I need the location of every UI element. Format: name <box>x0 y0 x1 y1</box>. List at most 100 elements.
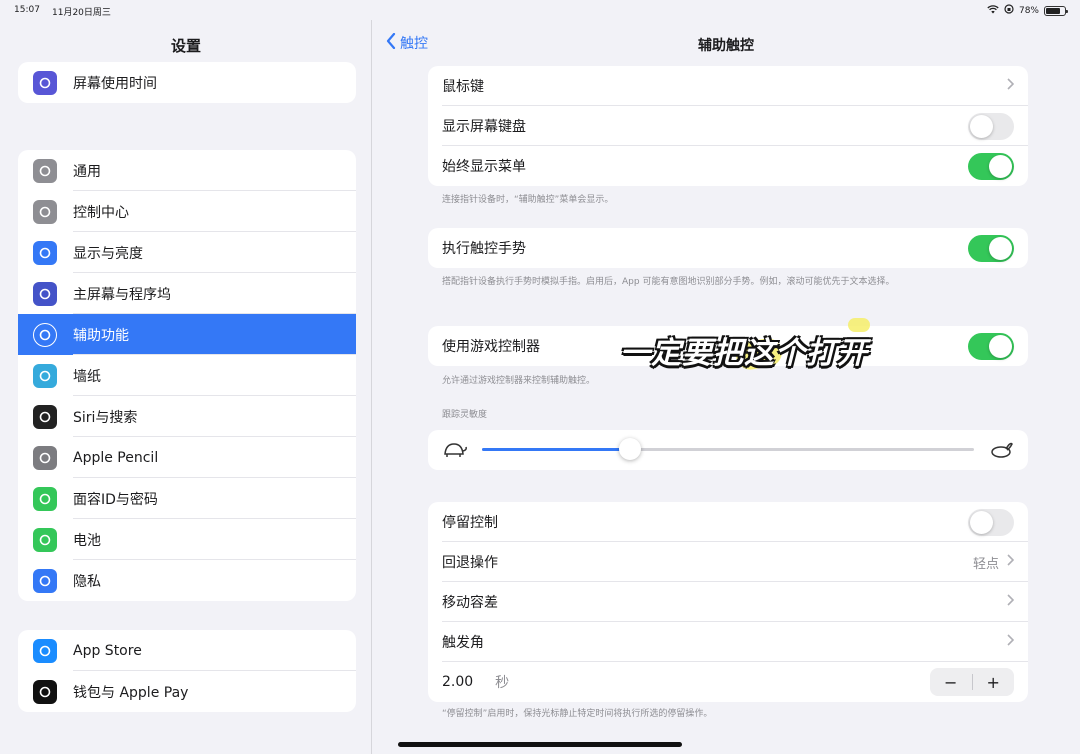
setting-row: 停留控制 <box>428 502 1028 542</box>
tracking-sensitivity-slider[interactable] <box>428 430 1028 470</box>
setting-row: 执行触控手势 <box>428 228 1028 268</box>
chevron-right-icon <box>1007 594 1015 610</box>
sidebar-item-control-center[interactable]: 控制中心 <box>18 191 356 232</box>
increment-button[interactable]: + <box>973 673 1015 692</box>
slider-fill <box>482 448 630 451</box>
gear-icon <box>33 158 57 183</box>
setting-value: 轻点 <box>972 556 999 572</box>
turtle-icon <box>442 440 468 464</box>
toggle-knob <box>970 510 993 534</box>
sidebar-item-label: 主屏幕与程序坞 <box>73 286 171 303</box>
toggle-switch[interactable] <box>968 332 1014 360</box>
toggle-switch[interactable] <box>968 508 1014 536</box>
wallpaper-icon <box>33 363 57 388</box>
decrement-button[interactable]: − <box>930 673 972 692</box>
status-bar: 15:07 11月20日周三 78% <box>0 0 1080 20</box>
dwell-control-card: 停留控制回退操作 轻点移动容差触发角 2.00 秒 − + <box>428 502 1028 702</box>
battery-percent: 78% <box>1018 5 1039 16</box>
toggle-switch[interactable] <box>968 152 1014 180</box>
setting-label: 移动容差 <box>442 595 498 611</box>
settings-sidebar: 设置 屏幕使用时间 通用控制中心显示与亮度主屏幕与程序坞 辅助功能墙纸 Siri与搜索… <box>0 20 372 754</box>
dwell-time-stepper[interactable]: − + <box>930 668 1014 696</box>
footer-note-dwell: “停留控制”启用时，保持光标静止特定时间将执行所选的停留操作。 <box>442 709 713 719</box>
sidebar-title: 设置 <box>170 37 201 55</box>
control-center-icon <box>33 199 57 224</box>
chevron-right-icon <box>1007 78 1015 94</box>
sidebar-item-label: 墙纸 <box>73 368 101 385</box>
tracking-sensitivity-header: 跟踪灵敏度 <box>442 410 488 420</box>
sidebar-group: App Store 钱包与 Apple Pay <box>18 630 356 712</box>
battery-icon <box>33 527 57 552</box>
wallet-icon <box>33 679 57 704</box>
setting-row: 始终显示菜单 <box>428 146 1028 186</box>
sidebar-item-label: 电池 <box>73 532 101 549</box>
pencil-icon <box>33 445 57 470</box>
sidebar-group: 通用控制中心显示与亮度主屏幕与程序坞 辅助功能墙纸 Siri与搜索 Apple Pen… <box>18 150 356 601</box>
sidebar-item-label: 面容ID与密码 <box>73 491 158 508</box>
footer-note-menu: 连接指针设备时，“辅助触控”菜单会显示。 <box>442 195 614 205</box>
dwell-time-value: 2.00 <box>442 674 474 690</box>
slider-thumb[interactable] <box>618 438 641 460</box>
rabbit-icon <box>988 440 1014 464</box>
dwell-time-row: 2.00 秒 − + <box>428 662 1028 702</box>
toggle-knob <box>970 114 993 138</box>
setting-row: 显示屏幕键盘 <box>428 106 1028 146</box>
hand-icon <box>33 568 57 593</box>
footer-note-gestures: 搭配指针设备执行手势时模拟手指。启用后，App 可能有意图地识别部分手势。例如，… <box>442 277 895 287</box>
slider-track[interactable] <box>482 438 974 460</box>
sidebar-item-wallet[interactable]: 钱包与 Apple Pay <box>18 671 356 712</box>
home-screen-icon <box>33 281 57 306</box>
sidebar-item-pencil[interactable]: Apple Pencil <box>18 437 356 478</box>
lock-rotation-icon <box>1004 4 1014 17</box>
dwell-time-unit: 秒 <box>495 675 510 691</box>
sidebar-item-label: 辅助功能 <box>73 327 129 344</box>
pointer-options-card: 鼠标键显示屏幕键盘 始终显示菜单 <box>428 66 1028 186</box>
sidebar-item-label: 屏幕使用时间 <box>73 75 157 92</box>
page-title: 辅助触控 <box>698 38 754 54</box>
accessibility-icon <box>33 322 57 347</box>
setting-row[interactable]: 鼠标键 <box>428 66 1028 106</box>
sidebar-item-home-screen[interactable]: 主屏幕与程序坞 <box>18 273 356 314</box>
sidebar-item-accessibility[interactable]: 辅助功能 <box>18 314 356 355</box>
setting-row[interactable]: 移动容差 <box>428 582 1028 622</box>
sidebar-item-label: Apple Pencil <box>73 449 159 466</box>
setting-label: 触发角 <box>442 635 484 651</box>
sidebar-item-label: 通用 <box>73 163 101 180</box>
hourglass-icon <box>33 70 57 95</box>
sidebar-item-label: Siri与搜索 <box>73 409 138 426</box>
toggle-knob <box>989 334 1012 358</box>
sidebar-item-siri[interactable]: Siri与搜索 <box>18 396 356 437</box>
setting-row[interactable]: 回退操作 轻点 <box>428 542 1028 582</box>
setting-label: 显示屏幕键盘 <box>442 119 526 135</box>
sidebar-item-hourglass[interactable]: 屏幕使用时间 <box>18 62 356 103</box>
toggle-knob <box>989 236 1012 260</box>
battery-indicator-icon <box>1044 5 1068 16</box>
sidebar-item-app-store[interactable]: App Store <box>18 630 356 671</box>
touch-gestures-card: 执行触控手势 <box>428 228 1028 268</box>
sidebar-item-label: 隐私 <box>73 573 101 590</box>
sidebar-item-faceid[interactable]: 面容ID与密码 <box>18 478 356 519</box>
sidebar-item-battery[interactable]: 电池 <box>18 519 356 560</box>
sidebar-item-label: 钱包与 Apple Pay <box>73 684 189 701</box>
sidebar-item-display-brightness[interactable]: 显示与亮度 <box>18 232 356 273</box>
setting-row[interactable]: 触发角 <box>428 622 1028 662</box>
sidebar-item-label: 显示与亮度 <box>73 245 143 262</box>
display-brightness-icon <box>33 240 57 265</box>
siri-icon <box>33 404 57 429</box>
sidebar-item-label: 控制中心 <box>73 204 129 221</box>
wifi-icon <box>987 4 999 17</box>
toggle-knob <box>989 154 1012 178</box>
home-indicator <box>398 742 682 747</box>
footer-note-controller: 允许通过游戏控制器来控制辅助触控。 <box>442 376 596 386</box>
toggle-switch[interactable] <box>968 234 1014 262</box>
sidebar-item-hand[interactable]: 隐私 <box>18 560 356 601</box>
video-caption: 一定要把这个打开 <box>620 336 868 371</box>
sidebar-item-gear[interactable]: 通用 <box>18 150 356 191</box>
toggle-switch[interactable] <box>968 112 1014 140</box>
sidebar-item-wallpaper[interactable]: 墙纸 <box>18 355 356 396</box>
faceid-icon <box>33 486 57 511</box>
setting-label: 执行触控手势 <box>442 241 526 257</box>
setting-label: 始终显示菜单 <box>442 159 526 175</box>
setting-label: 停留控制 <box>442 515 498 531</box>
setting-label: 回退操作 <box>442 555 498 571</box>
